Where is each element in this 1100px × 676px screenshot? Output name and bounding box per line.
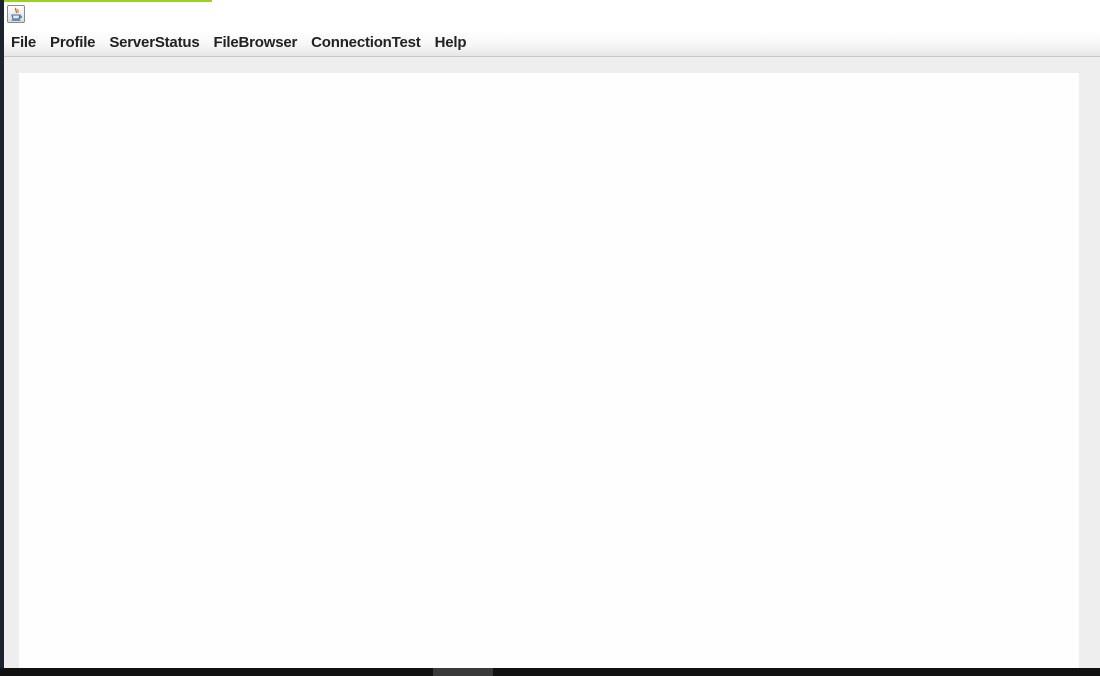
java-cup-icon[interactable] (7, 5, 25, 23)
taskbar-item[interactable] (433, 668, 493, 676)
menu-file-browser[interactable]: FileBrowser (206, 30, 304, 56)
menu-help[interactable]: Help (428, 30, 474, 56)
menu-file[interactable]: File (4, 30, 43, 56)
app-window: File Profile ServerStatus FileBrowser Co… (4, 0, 1100, 668)
menu-bar: File Profile ServerStatus FileBrowser Co… (4, 30, 1100, 57)
menu-server-status[interactable]: ServerStatus (102, 30, 206, 56)
menu-profile[interactable]: Profile (43, 30, 102, 56)
title-bar (4, 0, 1100, 30)
taskbar (0, 668, 1100, 676)
main-content-panel (19, 73, 1079, 668)
title-accent-line (4, 0, 212, 2)
menu-connection-test[interactable]: ConnectionTest (304, 30, 427, 56)
